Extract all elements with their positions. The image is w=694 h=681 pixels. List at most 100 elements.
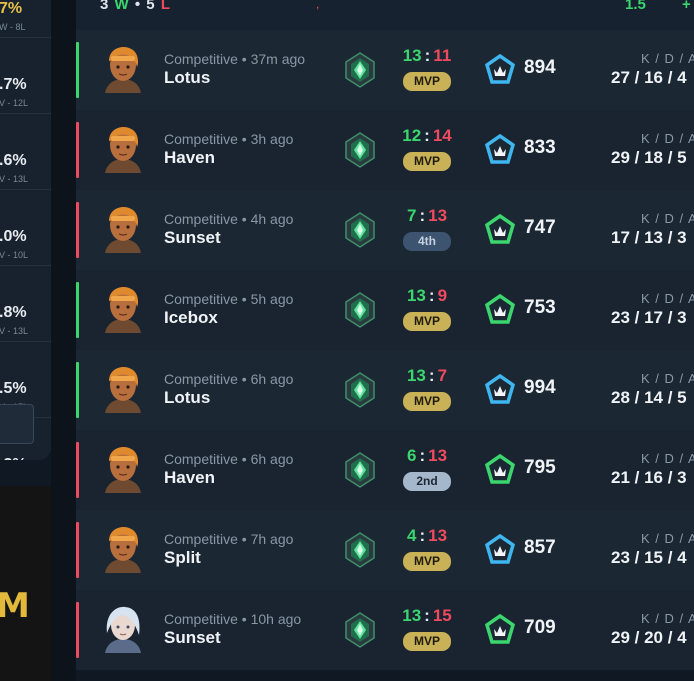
blue-ability-icon	[484, 374, 516, 404]
combat-score: 894	[524, 57, 556, 78]
kda-value: 17 / 13 / 3	[611, 228, 687, 247]
score-enemy: 11	[433, 46, 452, 65]
kda-value: 21 / 16 / 3	[611, 468, 687, 487]
side-stat-record: W - 8L	[0, 22, 26, 32]
kda-label: K / D / A	[641, 611, 694, 626]
match-list: Competitive • 37m ago Lotus 13:11 MVP 89…	[76, 30, 694, 670]
kda-label: K / D / A	[641, 131, 694, 146]
promo-text: M	[0, 586, 30, 626]
result-bar	[76, 442, 79, 498]
placement-badge: MVP	[403, 632, 451, 651]
side-stat-record: V - 12L	[0, 98, 29, 108]
blue-ability-icon	[484, 54, 516, 84]
kda-value: 27 / 16 / 4	[611, 68, 687, 87]
match-score: 13:11	[402, 46, 452, 65]
score-team: 13	[406, 286, 426, 305]
side-stat-row: .8% V - 13L	[0, 266, 51, 342]
side-stat-percent: .0%	[0, 228, 27, 245]
match-score: 7:13	[406, 206, 448, 225]
placement-badge: MVP	[403, 552, 451, 571]
agent-avatar	[105, 47, 141, 93]
match-score: 12:14	[402, 126, 452, 145]
match-mode-time: Competitive • 4h ago	[164, 211, 294, 227]
match-mode-time: Competitive • 7h ago	[164, 531, 294, 547]
match-mode-time: Competitive • 37m ago	[164, 51, 306, 67]
wins-suffix: W	[114, 0, 130, 13]
rank-emerald-icon	[345, 532, 375, 568]
match-mode-time: Competitive • 6h ago	[164, 451, 294, 467]
side-stat-record: V - 10L	[0, 250, 29, 260]
rank-emerald-icon	[345, 292, 375, 328]
agent-avatar	[105, 127, 141, 173]
score-team: 12	[402, 126, 422, 145]
match-row[interactable]: Competitive • 4h ago Sunset 7:13 4th 747…	[76, 190, 694, 270]
win-loss-record: 3 W • 5 L	[100, 0, 171, 13]
placement-badge: MVP	[403, 312, 451, 331]
match-row[interactable]: Competitive • 6h ago Lotus 13:7 MVP 994 …	[76, 350, 694, 430]
match-score: 13:7	[406, 366, 448, 385]
match-row[interactable]: Competitive • 37m ago Lotus 13:11 MVP 89…	[76, 30, 694, 110]
side-stat-percent: .5%	[0, 380, 27, 397]
side-stat-record: V - 13L	[0, 326, 29, 336]
combat-score: 857	[524, 537, 556, 558]
rank-emerald-icon	[345, 212, 375, 248]
green-ability-icon	[484, 454, 516, 484]
side-stat-percent: .7%	[0, 76, 27, 93]
side-panel-button[interactable]	[0, 404, 34, 444]
kda-label: K / D / A	[641, 211, 694, 226]
side-stat-percent: .6%	[0, 152, 27, 169]
agent-avatar	[105, 287, 141, 333]
score-enemy: 13	[428, 206, 448, 225]
result-bar	[76, 282, 79, 338]
blue-ability-icon	[484, 134, 516, 164]
map-name: Lotus	[164, 68, 211, 87]
promo-banner[interactable]: M	[0, 486, 51, 681]
match-score: 13:9	[406, 286, 448, 305]
score-enemy: 14	[432, 126, 452, 145]
kda-value: 29 / 20 / 4	[611, 628, 687, 647]
record-separator: •	[134, 0, 142, 13]
losses-count: 5	[146, 0, 156, 13]
placement-badge: MVP	[403, 392, 451, 411]
map-name: Haven	[164, 148, 216, 167]
match-mode-time: Competitive • 6h ago	[164, 371, 294, 387]
result-bar	[76, 42, 79, 98]
agent-avatar	[105, 527, 141, 573]
kda-value: 29 / 18 / 5	[611, 148, 687, 167]
combat-score: 753	[524, 297, 556, 318]
side-stat-percent: .3%	[0, 456, 27, 460]
combat-score: 747	[524, 217, 556, 238]
score-enemy: 15	[432, 606, 452, 625]
summary-value: 1.5	[625, 0, 646, 13]
kda-value: 23 / 15 / 4	[611, 548, 687, 567]
side-stat-percent: 7%	[0, 0, 23, 17]
score-enemy: 13	[428, 446, 448, 465]
score-enemy: 7	[437, 366, 448, 385]
losses-suffix: L	[160, 0, 171, 13]
match-row[interactable]: Competitive • 3h ago Haven 12:14 MVP 833…	[76, 110, 694, 190]
kda-label: K / D / A	[641, 291, 694, 306]
map-name: Lotus	[164, 388, 211, 407]
match-row[interactable]: Competitive • 10h ago Sunset 13:15 MVP 7…	[76, 590, 694, 670]
agent-avatar	[105, 207, 141, 253]
kda-label: K / D / A	[641, 451, 694, 466]
side-stat-percent: .8%	[0, 304, 27, 321]
map-name: Sunset	[164, 228, 221, 247]
placement-badge: 4th	[403, 232, 451, 251]
map-name: Haven	[164, 468, 216, 487]
match-mode-time: Competitive • 5h ago	[164, 291, 294, 307]
record-summary: 3 W • 5 L , 1.5 +	[76, 0, 694, 30]
match-row[interactable]: Competitive • 7h ago Split 4:13 MVP 857 …	[76, 510, 694, 590]
match-row[interactable]: Competitive • 5h ago Icebox 13:9 MVP 753…	[76, 270, 694, 350]
rank-emerald-icon	[345, 612, 375, 648]
score-team: 7	[406, 206, 417, 225]
rank-emerald-icon	[345, 452, 375, 488]
kda-label: K / D / A	[641, 51, 694, 66]
divider	[51, 0, 76, 681]
map-name: Icebox	[164, 308, 218, 327]
agent-avatar	[105, 367, 141, 413]
blue-ability-icon	[484, 534, 516, 564]
match-row[interactable]: Competitive • 6h ago Haven 6:13 2nd 795 …	[76, 430, 694, 510]
kda-value: 28 / 14 / 5	[611, 388, 687, 407]
score-enemy: 9	[437, 286, 448, 305]
